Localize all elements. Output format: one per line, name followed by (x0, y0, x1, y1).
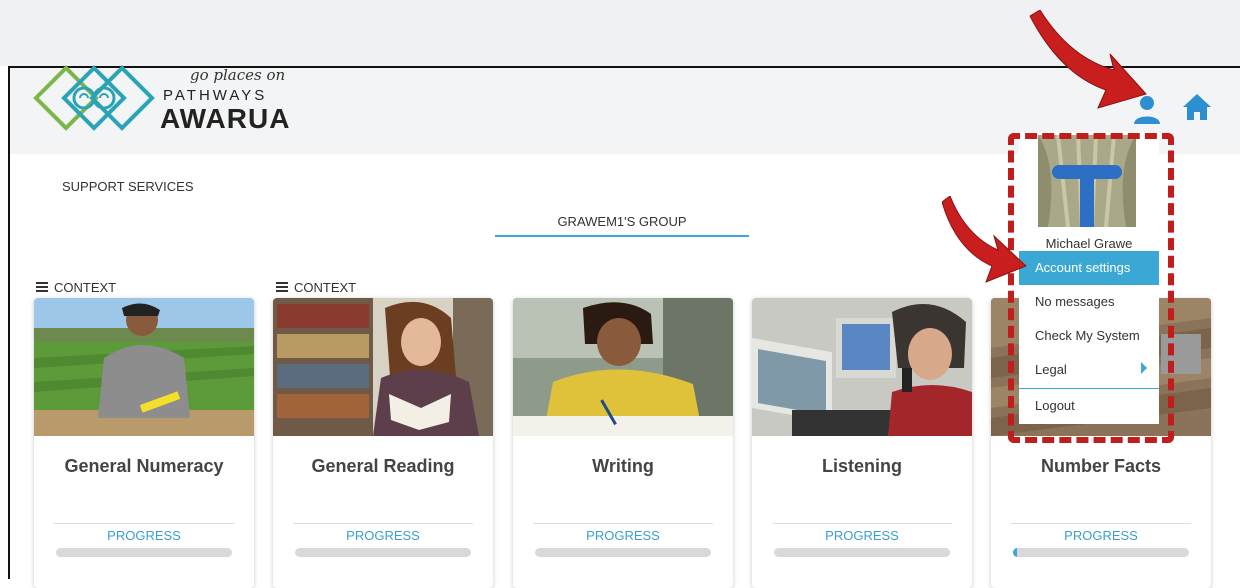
context-label: CONTEXT (54, 280, 117, 295)
menu-item-messages[interactable]: No messages (1019, 285, 1159, 319)
tab-group-underline (495, 235, 749, 237)
module-image (34, 298, 254, 436)
menu-item-logout[interactable]: Logout (1019, 389, 1159, 423)
divider (772, 523, 952, 524)
menu-item-legal[interactable]: Legal (1019, 353, 1159, 387)
menu-item-account-settings[interactable]: Account settings (1019, 251, 1159, 285)
logo-line1: PATHWAYS (163, 87, 268, 104)
context-label: CONTEXT (294, 280, 357, 295)
divider (533, 523, 713, 524)
progress-bar (1013, 548, 1189, 557)
menu-item-check-system[interactable]: Check My System (1019, 319, 1159, 353)
context-menu-1[interactable]: CONTEXT (36, 280, 116, 295)
logo-tagline: go places on (190, 66, 286, 84)
progress-link[interactable]: PROGRESS (752, 528, 972, 543)
module-title: General Reading (311, 456, 455, 476)
module-title: Writing (592, 456, 654, 476)
divider (293, 523, 473, 524)
progress-link[interactable]: PROGRESS (34, 528, 254, 543)
progress-bar (535, 548, 711, 557)
menu-icon (276, 280, 288, 295)
tab-group[interactable]: GRAWEM1'S GROUP (495, 214, 749, 229)
profile-name: Michael Grawe (1045, 236, 1133, 251)
module-image (273, 298, 493, 436)
progress-bar-fill (1013, 548, 1017, 557)
user-icon[interactable] (1130, 92, 1164, 126)
progress-link[interactable]: PROGRESS (273, 528, 493, 543)
divider (54, 523, 234, 524)
module-title: Number Facts (1040, 456, 1162, 476)
module-title: General Numeracy (64, 456, 224, 476)
divider (1011, 523, 1191, 524)
module-title: Listening (822, 456, 902, 476)
support-services-link[interactable]: SUPPORT SERVICES (62, 179, 194, 194)
module-image (513, 298, 733, 436)
screenshot-top-margin (0, 0, 1240, 66)
progress-bar (56, 548, 232, 557)
module-card-listening[interactable]: Listening PROGRESS (752, 298, 972, 588)
logo-line2: AWARUA (160, 103, 291, 134)
progress-bar (774, 548, 950, 557)
module-image (752, 298, 972, 436)
module-card-writing[interactable]: Writing PROGRESS (513, 298, 733, 588)
progress-link[interactable]: PROGRESS (513, 528, 733, 543)
avatar (1038, 135, 1136, 227)
context-menu-2[interactable]: CONTEXT (276, 280, 356, 295)
logo-icon (33, 65, 155, 131)
progress-link[interactable]: PROGRESS (991, 528, 1211, 543)
home-icon[interactable] (1180, 90, 1214, 124)
chevron-right-icon (1141, 362, 1147, 374)
module-card-general-numeracy[interactable]: General Numeracy PROGRESS (34, 298, 254, 588)
menu-icon (36, 280, 48, 295)
module-card-general-reading[interactable]: General Reading PROGRESS (273, 298, 493, 588)
progress-bar (295, 548, 471, 557)
